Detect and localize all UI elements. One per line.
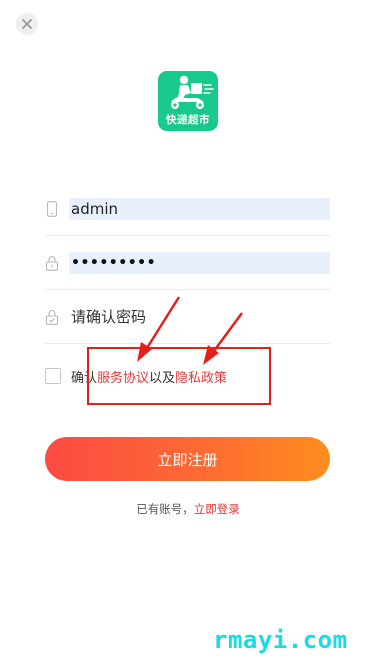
close-icon [22,19,32,29]
login-prompt: 已有账号，立即登录 [0,501,376,517]
username-row [45,182,330,236]
watermark: rmayi.com [213,626,348,654]
delivery-scooter-icon [171,75,214,109]
password-row: ••••••••• [45,236,330,290]
confirm-password-row [45,290,330,344]
logo-text: 快递超市 [166,114,210,126]
register-button[interactable]: 立即注册 [45,437,330,481]
lock-icon [45,255,59,271]
confirm-password-input[interactable] [69,305,330,328]
password-input[interactable]: ••••••••• [69,251,330,274]
annotation-box [87,347,271,405]
username-input[interactable] [69,197,330,220]
close-button[interactable] [16,13,38,35]
login-link[interactable]: 立即登录 [194,502,240,516]
phone-icon [46,200,58,217]
agreement-checkbox[interactable] [45,368,61,384]
login-prompt-text: 已有账号， [136,502,194,516]
app-logo: 快递超市 [158,71,218,131]
shield-check-icon [45,309,59,325]
